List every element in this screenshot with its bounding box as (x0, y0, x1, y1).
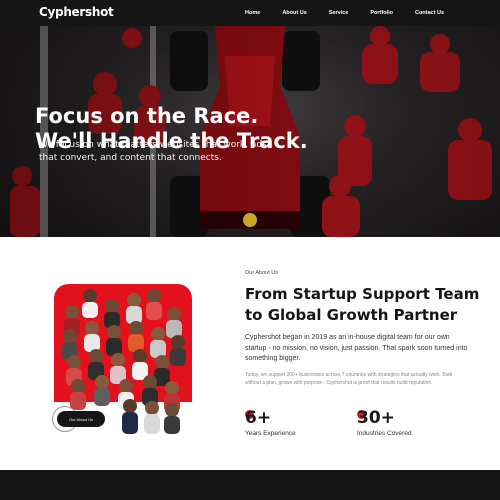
nav-link-home[interactable]: Home (245, 10, 260, 16)
stat-industries-value-wrap: 30+ (357, 408, 412, 428)
hero-title-line1: Focus on the Race. (35, 104, 259, 128)
stat-years-label: Years Experience (245, 430, 296, 437)
nav-link-about[interactable]: About Us (282, 10, 306, 16)
about-paragraph-2: Today, we support 300+ businesses across… (245, 372, 453, 386)
nav-link-contact[interactable]: Contact Us (415, 10, 444, 16)
next-section-dark-strip (0, 470, 500, 500)
hero-subtitle: We focus on what matters websites that w… (39, 140, 267, 163)
our-about-us-button[interactable]: Our About Us (57, 411, 105, 427)
nav-links: Home About Us Service Portfolio Contact … (223, 0, 444, 26)
stat-years: 6+ Years Experience (245, 408, 296, 437)
hero-section: Focus on the Race. We'll Handle the Trac… (0, 26, 500, 237)
nav-link-portfolio[interactable]: Portfolio (370, 10, 393, 16)
top-navbar: Cyphershot Home About Us Service Portfol… (0, 0, 500, 26)
stat-industries-label: Industries Covered (357, 430, 412, 437)
stat-industries: 30+ Industries Covered (357, 408, 412, 437)
brand-logo[interactable]: Cyphershot (39, 5, 114, 19)
about-eyebrow: Our About Us (245, 270, 279, 276)
nav-link-service[interactable]: Service (329, 10, 349, 16)
stat-years-value-wrap: 6+ (245, 408, 296, 428)
about-paragraph-1: Cyphershot began in 2019 as an in-house … (245, 334, 468, 362)
about-title: From Startup Support Team to Global Grow… (245, 285, 480, 324)
stat-industries-value: 30+ (357, 408, 395, 428)
stat-years-value: 6+ (245, 408, 272, 428)
